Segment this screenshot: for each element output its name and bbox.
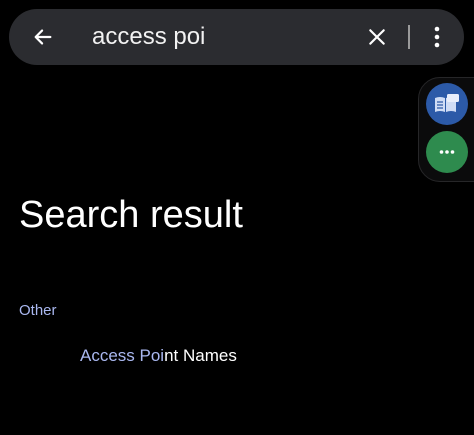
reading-mode-button[interactable] <box>426 83 468 125</box>
search-bar <box>9 9 464 65</box>
more-options-button[interactable] <box>423 19 451 55</box>
floating-side-panel <box>418 77 474 182</box>
back-button[interactable] <box>25 19 61 55</box>
page-title: Search result <box>19 194 243 236</box>
search-results-screen: Search result Other Access Point Names <box>0 0 474 435</box>
reading-mode-icon <box>435 94 459 112</box>
close-icon <box>369 29 385 45</box>
more-horizontal-icon <box>439 150 455 154</box>
more-apps-button[interactable] <box>426 131 468 173</box>
result-match-text: Access Poi <box>80 346 165 365</box>
arrow-left-icon <box>34 29 52 45</box>
search-bar-divider <box>408 25 410 49</box>
more-vertical-icon <box>434 26 440 48</box>
search-result-item[interactable]: Access Point Names <box>80 344 237 368</box>
result-rest-text: nt Names <box>164 346 237 365</box>
section-label-other: Other <box>19 302 57 319</box>
clear-search-button[interactable] <box>361 19 393 55</box>
search-input[interactable] <box>92 21 352 53</box>
